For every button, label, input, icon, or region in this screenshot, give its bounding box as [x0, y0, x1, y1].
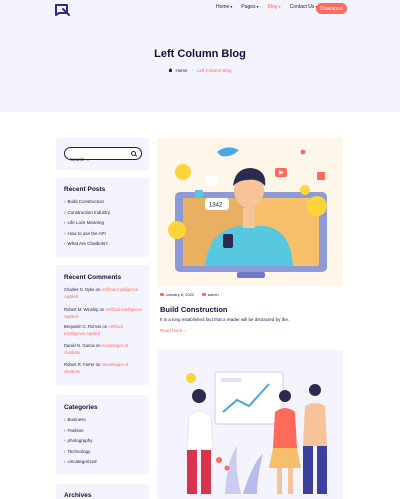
category-link[interactable]: photography — [64, 438, 97, 449]
comment-on: on — [95, 287, 101, 292]
recent-post-link[interactable]: Build Construction — [64, 199, 110, 210]
nav-item-contact[interactable]: Contact Us▾ — [290, 4, 318, 10]
brand-logo-icon[interactable] — [54, 4, 70, 16]
page-title: Left Column Blog — [154, 48, 246, 60]
recent-post-link[interactable]: What Are Chatbots? — [64, 241, 110, 252]
search-icon[interactable] — [131, 151, 136, 156]
post-author[interactable]: admin — [208, 292, 219, 297]
search-box — [64, 147, 142, 165]
archives-title: Archives — [64, 492, 92, 499]
recent-post-link[interactable]: How to use the API — [64, 231, 110, 242]
comment-item: Benjamin C. Romos on Artificial Intellig… — [64, 324, 144, 337]
categories-list: Business Fashion photography Technology … — [64, 417, 97, 470]
comment-item: Daniel N. Garcia on Advantages of chatbo… — [64, 343, 144, 356]
search-input[interactable] — [70, 154, 130, 165]
nav-item-blog[interactable]: Blog▾ — [268, 4, 281, 10]
post-illustration — [186, 371, 327, 494]
breadcrumb-home[interactable]: Home — [175, 68, 187, 73]
comment-author[interactable]: Robert R. Farrer — [64, 362, 94, 367]
breadcrumb-separator: - — [191, 68, 193, 73]
post-illustration: 1342 — [168, 146, 327, 278]
nav-item-pages[interactable]: Pages▾ — [241, 4, 258, 10]
search-widget — [56, 138, 149, 170]
breadcrumb: Home - Left Column Blog — [0, 68, 400, 73]
home-icon — [168, 68, 173, 73]
categories-title: Categories — [64, 404, 98, 411]
calendar-icon — [160, 292, 164, 297]
chevron-down-icon: ▾ — [256, 4, 259, 9]
category-link[interactable]: Uncategorized — [64, 459, 97, 470]
comment-on: on — [102, 324, 108, 329]
post-title[interactable]: Build Construction — [160, 305, 228, 314]
categories-widget: Categories Business Fashion photography … — [56, 395, 149, 475]
recent-post-link[interactable]: Life Lock Meaning — [64, 220, 110, 231]
comment-author[interactable]: Charles N. Dyke — [64, 287, 94, 292]
post-thumbnail[interactable]: 1342 — [157, 138, 343, 286]
comment-author[interactable]: Benjamin C. Romos — [64, 324, 101, 329]
post-date[interactable]: January 6, 2022 — [166, 292, 195, 297]
recent-comments-widget: Recent Comments Charles N. Dyke on Artif… — [56, 265, 149, 385]
comment-item: Robert M. Winship on Artificial Intellig… — [64, 307, 144, 320]
download-button[interactable]: Download — [316, 3, 347, 14]
category-link[interactable]: Fashion — [64, 428, 97, 439]
recent-comments-title: Recent Comments — [64, 274, 122, 281]
recent-posts-widget: Recent Posts Build Construction Construc… — [56, 178, 149, 257]
post-thumbnail[interactable] — [157, 350, 343, 499]
comment-on: on — [95, 343, 101, 348]
comment-author[interactable]: Daniel N. Garcia — [64, 343, 95, 348]
recent-posts-title: Recent Posts — [64, 186, 106, 193]
comment-item: Charles N. Dyke on Artificial Intelligen… — [64, 287, 144, 300]
breadcrumb-current: Left Column Blog — [196, 68, 232, 73]
main-nav: Home▾ Pages▾ Blog▾ Contact Us▾ — [216, 4, 326, 10]
recent-posts-list: Build Construction Construction Industry… — [64, 199, 111, 252]
comment-author[interactable]: Robert M. Winship — [64, 307, 98, 312]
category-link[interactable]: Business — [64, 417, 97, 428]
svg-text:1342: 1342 — [209, 203, 223, 209]
post-excerpt: It is a long established fact that a rea… — [160, 317, 290, 322]
read-more-link[interactable]: Read More › — [160, 328, 185, 333]
recent-post-link[interactable]: Construction Industry — [64, 210, 111, 221]
comment-on: on — [95, 362, 101, 367]
category-link[interactable]: Technology — [64, 449, 97, 460]
comment-item: Robert R. Farrer on Advantages of chatbo… — [64, 362, 144, 375]
archives-widget: Archives — [56, 484, 149, 499]
chevron-down-icon: ▾ — [278, 4, 281, 9]
post-meta: January 6, 2022 admin — [160, 292, 219, 297]
nav-item-home[interactable]: Home▾ — [216, 4, 232, 10]
user-icon — [202, 292, 206, 297]
comment-on: on — [99, 307, 105, 312]
chevron-down-icon: ▾ — [230, 4, 233, 9]
